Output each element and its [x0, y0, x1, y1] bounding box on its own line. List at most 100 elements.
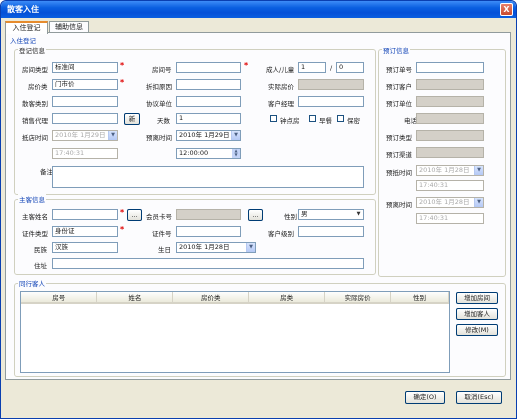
room-no-label: 房间号: [152, 66, 172, 74]
account-manager-label: 客户经理: [268, 100, 294, 108]
price-type-field[interactable]: 门市价: [52, 79, 118, 90]
birthday-picker[interactable]: 2010年 1月28日 ▼: [176, 242, 256, 253]
column-header[interactable]: 性别: [390, 292, 449, 304]
room-type-field[interactable]: 标准间: [52, 62, 118, 73]
doc-no-field[interactable]: [176, 226, 241, 237]
hourly-room-label: 钟点房: [280, 117, 300, 125]
required-star: *: [120, 225, 125, 234]
address-label: 住址: [34, 262, 47, 270]
expected-departure-date: 2010年 1月28日 ▼: [416, 197, 484, 208]
departure-time-field[interactable]: 12:00:00 ▲ ▼: [176, 148, 241, 159]
arrival-date-picker: 2010年 1月29日 ▼: [52, 130, 118, 141]
dropdown-arrow-icon: ▼: [108, 131, 117, 140]
expected-departure-label: 预离时间: [386, 201, 412, 209]
ethnicity-label: 民族: [34, 246, 47, 254]
breakfast-checkbox[interactable]: [309, 115, 316, 122]
ethnicity-field[interactable]: 汉族: [52, 242, 118, 253]
discount-field[interactable]: [176, 79, 241, 90]
dropdown-arrow-icon[interactable]: ▼: [354, 210, 363, 219]
expected-arrival-label: 预抵时间: [386, 169, 412, 177]
expected-departure-time: 17:40:31: [416, 213, 484, 224]
time-spinner[interactable]: ▲ ▼: [232, 149, 240, 158]
close-button[interactable]: X: [500, 3, 513, 16]
expected-arrival-date: 2010年 1月28日 ▼: [416, 165, 484, 176]
member-card-browse-button[interactable]: ...: [248, 209, 263, 221]
room-type-label: 房间类型: [22, 66, 48, 74]
expected-arrival-date-value: 2010年 1月28日: [419, 166, 470, 174]
ok-button[interactable]: 确定(O): [405, 391, 445, 404]
required-star: *: [244, 61, 249, 70]
dropdown-arrow-icon[interactable]: ▼: [246, 243, 255, 252]
actual-price-field: [298, 79, 364, 90]
window-title: 散客入住: [7, 5, 39, 14]
required-star: *: [120, 61, 125, 70]
member-card-label: 会员卡号: [146, 213, 172, 221]
doc-type-field[interactable]: 身份证: [52, 226, 118, 237]
reservation-type-field: [416, 130, 484, 141]
column-header[interactable]: 实际房价: [324, 292, 392, 304]
tab-checkin[interactable]: 入住登记: [5, 21, 48, 34]
expected-departure-date-value: 2010年 1月28日: [419, 198, 470, 206]
departure-time-label: 预离时间: [146, 134, 172, 142]
reservation-channel-label: 预订渠道: [386, 151, 412, 159]
companions-table[interactable]: 房号 姓名 房价类 房类 实际房价 性别: [20, 291, 450, 373]
confidential-checkbox[interactable]: [337, 115, 344, 122]
host-name-field[interactable]: [52, 209, 118, 220]
add-room-button[interactable]: 增加房间: [456, 292, 498, 304]
adults-field[interactable]: 1: [298, 62, 326, 73]
tab-panel: 入住登记 登记信息 房间类型 标准间 * 房间号 * 成人/儿童 1 / 0 房…: [5, 32, 511, 380]
departure-date-picker[interactable]: 2010年 1月29日 ▼: [176, 130, 241, 141]
account-manager-field[interactable]: [298, 96, 364, 107]
sales-agent-field[interactable]: [52, 113, 118, 124]
dropdown-arrow-icon: ▼: [474, 166, 483, 175]
new-button[interactable]: 新: [124, 113, 140, 125]
confidential-label: 保密: [347, 117, 360, 125]
cancel-button[interactable]: 取消(Esc): [456, 391, 502, 404]
room-no-field[interactable]: [176, 62, 241, 73]
dropdown-arrow-icon: ▼: [474, 198, 483, 207]
reservation-group-title: 预订信息: [382, 45, 410, 55]
required-star: *: [120, 78, 125, 87]
column-header[interactable]: 房价类: [172, 292, 250, 304]
adults-children-label: 成人/儿童: [266, 66, 295, 74]
dropdown-arrow-icon[interactable]: ▼: [231, 131, 240, 140]
gender-value: 男: [301, 210, 308, 218]
reservation-no-field[interactable]: [416, 62, 484, 73]
departure-date-value: 2010年 1月29日: [179, 131, 230, 139]
reservation-unit-field: [416, 96, 484, 107]
agreement-unit-field[interactable]: [176, 96, 241, 107]
column-header[interactable]: 房号: [21, 292, 98, 304]
checkin-dialog: 散客入住 X 入住登记 辅助信息 入住登记 登记信息 房间类型 标准间 * 房间…: [0, 0, 517, 419]
arrival-date-value: 2010年 1月29日: [55, 131, 106, 139]
guest-type-label: 散客类别: [22, 100, 48, 108]
reservation-unit-label: 预订单位: [386, 100, 412, 108]
days-field[interactable]: 1: [176, 113, 241, 124]
required-star: *: [120, 208, 125, 217]
children-field[interactable]: 0: [336, 62, 364, 73]
add-guest-button[interactable]: 增加客人: [456, 308, 498, 320]
edit-button[interactable]: 修改(M): [456, 324, 498, 336]
guest-type-field[interactable]: [52, 96, 118, 107]
host-name-browse-button[interactable]: ...: [127, 209, 142, 221]
column-header[interactable]: 房类: [248, 292, 326, 304]
doc-no-label: 证件号: [152, 230, 172, 238]
remark-field[interactable]: [52, 166, 364, 188]
birthday-value: 2010年 1月28日: [179, 243, 230, 251]
title-bar: 散客入住 X: [1, 1, 516, 18]
column-header[interactable]: 姓名: [96, 292, 174, 304]
days-label: 天数: [157, 117, 170, 125]
reservation-type-label: 预订类型: [386, 134, 412, 142]
agreement-unit-label: 协议单位: [146, 100, 172, 108]
address-field[interactable]: [52, 258, 364, 269]
customer-level-field[interactable]: [298, 226, 364, 237]
spin-down-icon[interactable]: ▼: [232, 153, 240, 157]
arrival-time-field: 17:40:31: [52, 148, 118, 159]
hourly-room-checkbox[interactable]: [270, 115, 277, 122]
gender-select[interactable]: 男 ▼: [298, 209, 364, 220]
gender-label: 性别: [284, 213, 297, 221]
reservation-customer-label: 预订客户: [386, 83, 412, 91]
host-guest-group-title: 主客信息: [18, 194, 46, 204]
sales-agent-label: 销售代理: [22, 117, 48, 125]
actual-price-label: 实际房价: [268, 83, 294, 91]
breakfast-label: 早餐: [319, 117, 332, 125]
